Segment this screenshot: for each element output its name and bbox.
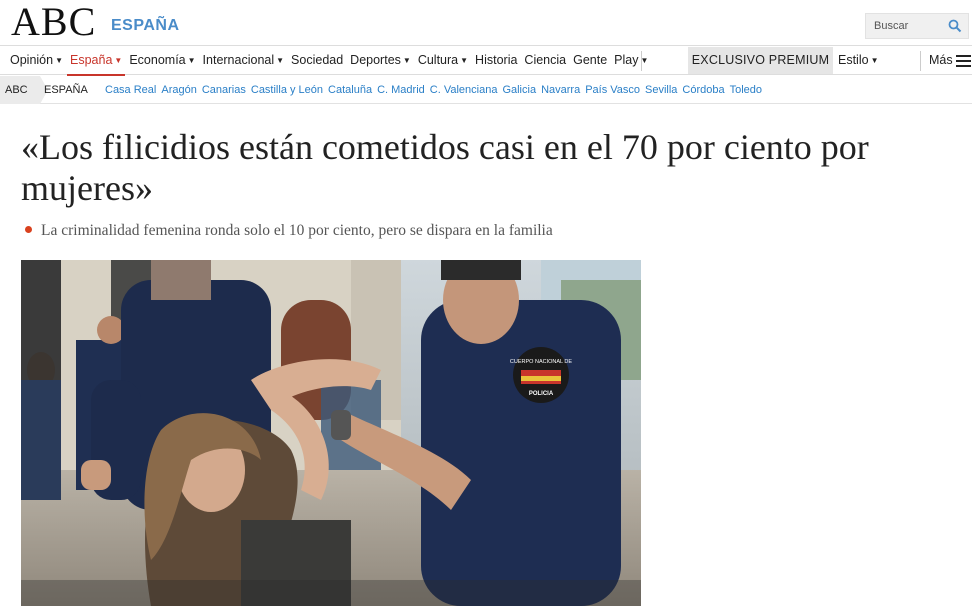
nav-item-estilo[interactable]: Estilo ▼ bbox=[838, 47, 879, 74]
search-icon[interactable] bbox=[948, 19, 962, 33]
nav-item-label: Opinión bbox=[10, 53, 54, 67]
article-photo[interactable]: CUERPO NACIONAL DE POLICIA bbox=[21, 260, 641, 606]
caret-down-icon: ▼ bbox=[460, 56, 469, 65]
nav-item-label: España bbox=[70, 53, 113, 67]
nav-item-label: Deportes bbox=[350, 53, 401, 67]
section-label[interactable]: ESPAÑA bbox=[111, 17, 180, 35]
nav-item-label: Ciencia bbox=[524, 53, 567, 67]
nav-item-estilo-label: Estilo bbox=[838, 53, 869, 67]
article-subtitle-text: La criminalidad femenina ronda solo el 1… bbox=[41, 222, 553, 239]
nav-item-economia[interactable]: Economía ▼ bbox=[129, 47, 195, 75]
nav-item-internacional[interactable]: Internacional ▼ bbox=[203, 47, 285, 75]
nav-item-label: Economía bbox=[129, 53, 186, 67]
region-link[interactable]: Toledo bbox=[730, 76, 762, 104]
region-link[interactable]: C. Valenciana bbox=[430, 76, 498, 104]
main-nav: Opinión ▼ España ▼ Economía ▼ Internacional ▼ So… bbox=[0, 47, 972, 76]
breadcrumb-root[interactable]: ABC bbox=[0, 76, 40, 104]
nav-divider bbox=[920, 51, 921, 71]
caret-down-icon: ▼ bbox=[870, 56, 879, 65]
caret-down-icon: ▼ bbox=[114, 56, 123, 65]
article-subtitle: La criminalidad femenina ronda solo el 1… bbox=[21, 221, 553, 241]
nav-item-label: Sociedad bbox=[291, 53, 344, 67]
region-link[interactable]: Galicia bbox=[502, 76, 536, 104]
nav-item-sociedad[interactable]: Sociedad bbox=[291, 47, 343, 75]
breadcrumb-bar: ABC ESPAÑA Casa Real Aragón Canarias Castil… bbox=[0, 76, 972, 104]
nav-item-ciencia[interactable]: Ciencia bbox=[524, 47, 566, 75]
region-link[interactable]: Canarias bbox=[202, 76, 246, 104]
nav-item-opinion[interactable]: Opinión ▼ bbox=[10, 47, 63, 75]
article-headline: «Los filicidios están cometidos casi en … bbox=[21, 127, 869, 208]
region-link[interactable]: C. Madrid bbox=[377, 76, 425, 104]
bullet-icon bbox=[25, 226, 32, 233]
nav-item-label: Gente bbox=[573, 53, 608, 67]
nav-item-espana[interactable]: España ▼ bbox=[66, 47, 126, 76]
photo-illustration: CUERPO NACIONAL DE POLICIA bbox=[21, 260, 641, 606]
region-link[interactable]: Cataluña bbox=[328, 76, 372, 104]
nav-item-play[interactable]: Play ▼ bbox=[614, 47, 648, 75]
nav-item-cultura[interactable]: Cultura ▼ bbox=[418, 47, 468, 75]
hamburger-menu-icon[interactable] bbox=[956, 55, 971, 67]
region-link[interactable]: País Vasco bbox=[585, 76, 640, 104]
police-badge-text: CUERPO NACIONAL DE bbox=[510, 359, 572, 365]
region-link[interactable]: Córdoba bbox=[682, 76, 724, 104]
caret-down-icon: ▼ bbox=[55, 56, 64, 65]
search-input[interactable] bbox=[866, 14, 946, 38]
search-box[interactable] bbox=[865, 13, 969, 39]
caret-down-icon: ▼ bbox=[187, 56, 196, 65]
region-links: Casa Real Aragón Canarias Castilla y León Ca… bbox=[105, 76, 767, 104]
region-link[interactable]: Sevilla bbox=[645, 76, 677, 104]
abc-logo[interactable]: ABC bbox=[11, 0, 96, 44]
premium-button[interactable]: EXCLUSIVO PREMIUM bbox=[688, 47, 833, 74]
nav-item-label: Cultura bbox=[417, 53, 459, 67]
nav-item-label: Historia bbox=[475, 53, 518, 67]
nav-item-label: Internacional bbox=[202, 53, 275, 67]
nav-item-deportes[interactable]: Deportes ▼ bbox=[350, 47, 411, 75]
more-button[interactable]: Más bbox=[929, 47, 953, 74]
region-link[interactable]: Aragón bbox=[161, 76, 196, 104]
region-link[interactable]: Castilla y León bbox=[251, 76, 323, 104]
svg-text:POLICIA: POLICIA bbox=[529, 391, 554, 397]
breadcrumb-current[interactable]: ESPAÑA bbox=[44, 76, 99, 104]
caret-down-icon: ▼ bbox=[276, 56, 285, 65]
caret-down-icon: ▼ bbox=[402, 56, 411, 65]
nav-item-gente[interactable]: Gente bbox=[573, 47, 607, 75]
nav-item-historia[interactable]: Historia bbox=[475, 47, 517, 75]
nav-item-label: Play bbox=[614, 53, 639, 67]
nav-divider bbox=[641, 51, 642, 71]
region-link[interactable]: Navarra bbox=[541, 76, 580, 104]
region-link[interactable]: Casa Real bbox=[105, 76, 156, 104]
site-header: ABC ESPAÑA bbox=[0, 0, 972, 46]
